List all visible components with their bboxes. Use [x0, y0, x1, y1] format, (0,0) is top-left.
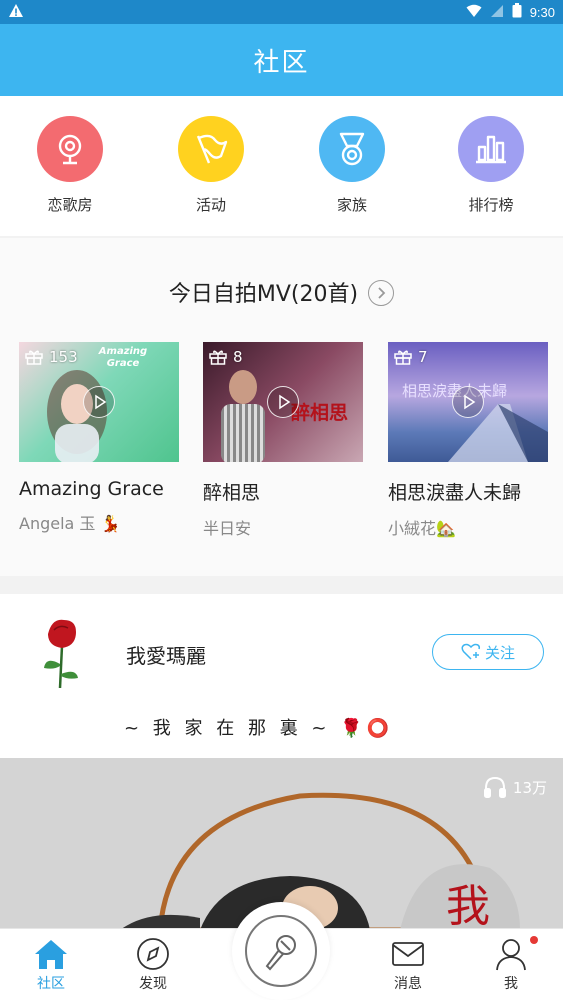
mv-section-title: 今日自拍MV(20首): [168, 282, 359, 307]
thumbnail-text: Amazing Grace: [98, 346, 148, 369]
shortcut-label: 活动: [195, 196, 226, 214]
thumbnail-text: 醉相思: [291, 402, 349, 424]
chevron-right-icon[interactable]: [368, 280, 395, 306]
shortcut-activity[interactable]: 活动: [161, 116, 261, 215]
gift-count: 8: [209, 348, 243, 366]
shortcut-label: 排行榜: [468, 196, 514, 214]
gift-count: 153: [25, 348, 78, 366]
medal-icon: [319, 116, 385, 182]
mv-author[interactable]: Angela 玉 💃: [19, 510, 179, 534]
shortcut-label: 家族: [336, 196, 367, 214]
status-bar: 9:30: [0, 0, 563, 24]
tab-community[interactable]: 社区: [11, 935, 91, 993]
tab-label: 我: [504, 976, 518, 992]
bar-chart-icon: [458, 116, 524, 182]
tab-label: 社区: [37, 976, 65, 992]
mv-section-header[interactable]: 今日自拍MV(20首): [0, 276, 563, 308]
play-icon[interactable]: [452, 386, 484, 418]
feed-post: 我愛瑪麗 关注 ~ 我 家 在 那 裏 ~ 🌹⭕: [0, 594, 563, 758]
gift-count: 7: [394, 348, 428, 366]
clock: 9:30: [529, 5, 555, 20]
compass-icon: [113, 935, 193, 973]
rose-avatar[interactable]: [30, 616, 94, 692]
battery-icon: [512, 3, 522, 22]
mv-section: 今日自拍MV(20首) Amazing Grace 153 Amazing Gr…: [0, 238, 563, 576]
shortcut-family[interactable]: 家族: [302, 116, 402, 215]
mv-card[interactable]: 相思淚盡人未歸 7 相思淚盡人未歸 小絨花🏡: [388, 342, 548, 539]
mv-thumbnail[interactable]: 相思淚盡人未歸 7: [388, 342, 548, 462]
warning-icon: [8, 3, 24, 23]
microphone-icon: [245, 915, 317, 987]
shortcut-label: 恋歌房: [47, 196, 93, 214]
tab-messages[interactable]: 消息: [368, 935, 448, 993]
signal-icon: [490, 4, 504, 22]
play-count: 13万: [483, 776, 547, 798]
gift-icon: [209, 350, 227, 365]
page-title: 社区: [253, 47, 310, 78]
shortcut-love-song-room[interactable]: 恋歌房: [20, 116, 120, 215]
follow-button[interactable]: 关注: [432, 634, 544, 670]
mv-title: 相思淚盡人未歸: [388, 482, 522, 504]
mail-icon: [368, 935, 448, 973]
tab-me[interactable]: 我: [471, 935, 551, 993]
mv-thumbnail[interactable]: Amazing Grace 153: [19, 342, 179, 462]
home-icon: [11, 935, 91, 973]
flag-icon: [178, 116, 244, 182]
app-bar: 社区: [0, 24, 563, 96]
tab-discover[interactable]: 发现: [113, 935, 193, 993]
post-author-name[interactable]: 我愛瑪麗: [126, 640, 206, 669]
mv-author[interactable]: 小絨花🏡: [388, 515, 548, 539]
mv-author[interactable]: 半日安: [203, 515, 363, 539]
mv-thumbnail[interactable]: 醉相思 8: [203, 342, 363, 462]
notification-dot: [530, 936, 538, 944]
tab-label: 消息: [394, 976, 422, 992]
gift-icon: [394, 350, 412, 365]
mv-card[interactable]: 醉相思 8 醉相思 半日安: [203, 342, 363, 539]
heart-plus-icon: [461, 643, 481, 660]
play-icon[interactable]: [267, 386, 299, 418]
shortcut-ranking[interactable]: 排行榜: [441, 116, 541, 215]
sing-button[interactable]: [232, 902, 330, 1000]
headphones-icon: [483, 776, 506, 798]
webcam-icon: [37, 116, 103, 182]
wifi-icon: [466, 4, 482, 22]
post-caption: ~ 我 家 在 那 裏 ~ 🌹⭕: [124, 718, 394, 739]
mv-title: 醉相思: [203, 482, 261, 504]
tab-label: 发现: [139, 976, 167, 992]
mv-title: Amazing Grace: [19, 478, 164, 500]
shortcut-row: 恋歌房 活动 家族 排行榜: [0, 96, 563, 236]
user-icon: [471, 935, 551, 973]
play-icon[interactable]: [83, 386, 115, 418]
gift-icon: [25, 350, 43, 365]
mv-card[interactable]: Amazing Grace 153 Amazing Grace Angela 玉…: [19, 342, 179, 534]
artwork-text: 我: [446, 881, 490, 930]
